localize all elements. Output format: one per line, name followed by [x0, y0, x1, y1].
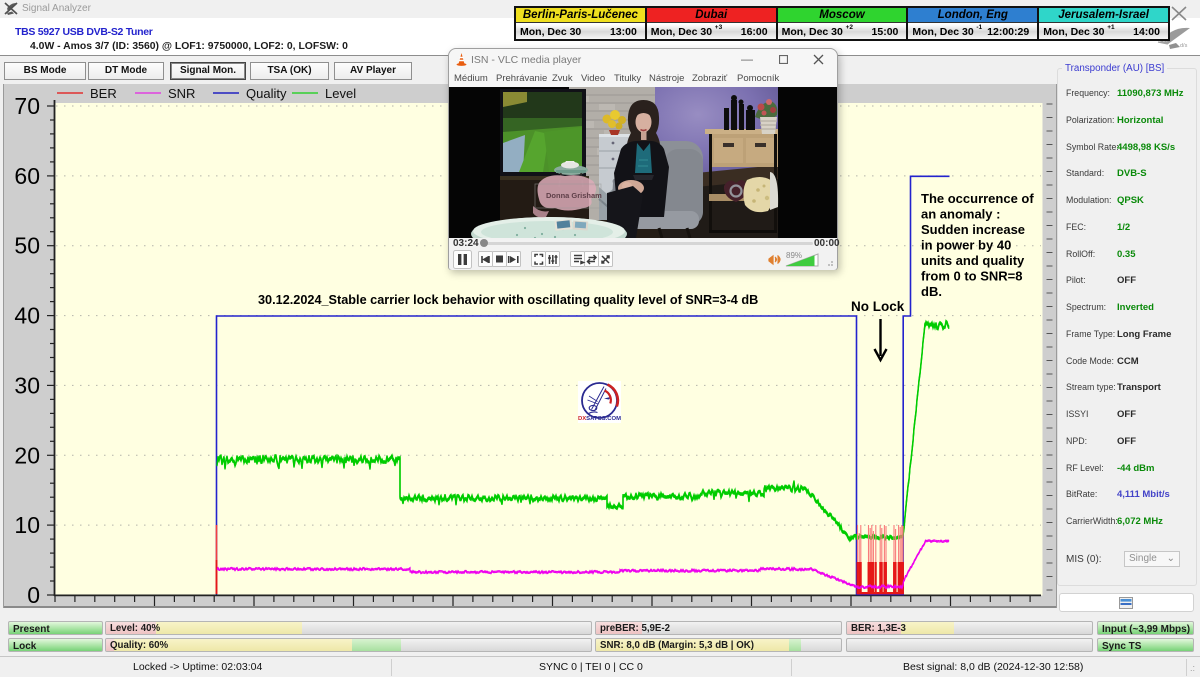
svg-text:70: 70 — [14, 93, 40, 119]
svg-text:BER: BER — [90, 86, 117, 101]
svg-text:SNR: SNR — [168, 86, 195, 101]
svg-text:89%: 89% — [786, 251, 802, 260]
svg-text:40: 40 — [14, 303, 40, 329]
svg-text:d/s: d/s — [1180, 43, 1188, 49]
svg-text:Quality: Quality — [246, 86, 287, 101]
svg-text:30: 30 — [14, 372, 40, 398]
svg-text:Level: Level — [325, 86, 356, 101]
svg-text:20: 20 — [14, 442, 40, 468]
svg-text:60: 60 — [14, 163, 40, 189]
svg-text:Donna Grisham: Donna Grisham — [546, 191, 602, 200]
svg-text:10: 10 — [14, 512, 40, 538]
svg-text:0: 0 — [27, 582, 40, 608]
svg-text:50: 50 — [14, 233, 40, 259]
svg-text:30.12.2024_Stable carrier lock: 30.12.2024_Stable carrier lock behavior … — [258, 293, 758, 307]
svg-text:DXSATCS.COM: DXSATCS.COM — [578, 416, 621, 422]
svg-text:No Lock: No Lock — [851, 299, 905, 314]
